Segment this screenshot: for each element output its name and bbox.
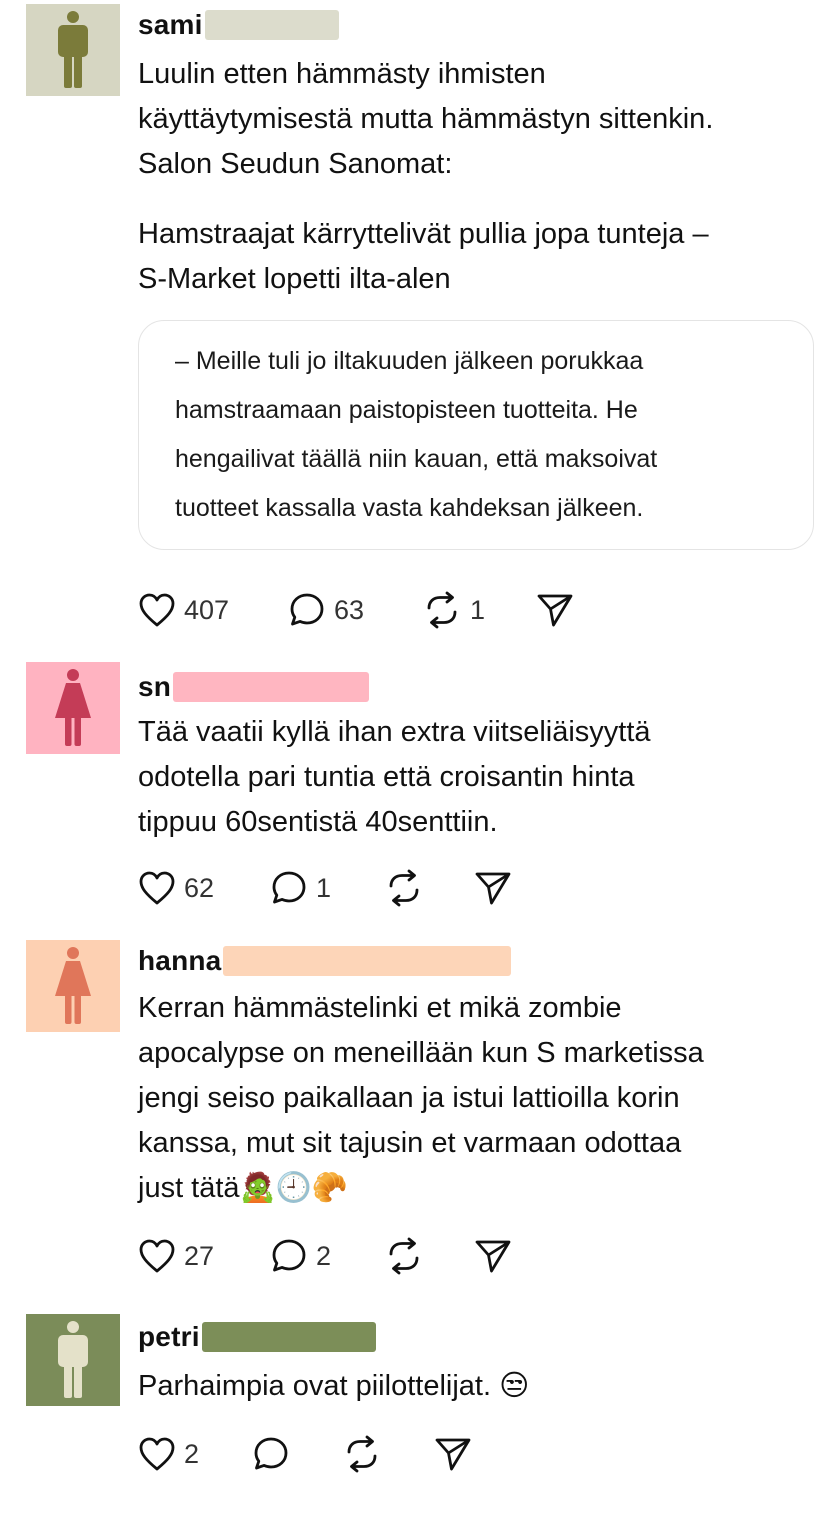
like-count: 2 [184, 1438, 200, 1469]
avatar[interactable] [26, 940, 120, 1032]
action-bar: 27 2 [138, 1236, 518, 1276]
post: sami Luulin etten hämmästy ihmisten käyt… [0, 4, 840, 644]
person-icon [58, 1321, 88, 1398]
post-text: Parhaimpia ovat piilottelijat. 😒 [138, 1364, 529, 1409]
username-row: petri [138, 1320, 376, 1354]
reply-button[interactable]: 1 [270, 868, 331, 908]
croissant-emoji: 🥐 [311, 1172, 348, 1204]
action-bar: 407 63 1 [138, 590, 598, 630]
redaction-bar [204, 10, 339, 40]
reply-count: 1 [316, 872, 332, 903]
redaction-bar [223, 946, 512, 976]
like-count: 27 [184, 1240, 215, 1271]
post-text: Kerran hämmästelinki et mikä zombie apoc… [138, 986, 704, 1211]
share-button[interactable] [474, 1236, 512, 1276]
reply-button[interactable]: 63 [288, 590, 364, 630]
send-icon [435, 1438, 471, 1471]
quote-block: – Meille tuli jo iltakuuden jälkeen poru… [138, 320, 814, 550]
clock-emoji: 🕘 [275, 1172, 312, 1204]
heart-icon [139, 1239, 175, 1273]
repost-count: 1 [470, 594, 486, 625]
post: sn Tää vaatii kyllä ihan extra viitseliä… [0, 662, 840, 922]
share-button[interactable] [434, 1434, 472, 1474]
repost-icon [389, 869, 419, 907]
username-row: sami [138, 8, 339, 42]
action-bar: 2 [138, 1434, 478, 1474]
repost-button[interactable]: 1 [422, 590, 485, 630]
like-button[interactable]: 27 [138, 1236, 214, 1276]
repost-button[interactable] [342, 1434, 382, 1474]
redaction-bar [201, 1322, 376, 1352]
post-headline: Hamstraajat kärryttelivät pullia jopa tu… [138, 218, 709, 295]
person-icon [55, 947, 91, 1024]
like-count: 407 [184, 594, 230, 625]
username[interactable]: sn [138, 671, 171, 703]
like-count: 62 [184, 872, 215, 903]
heart-icon [139, 1437, 175, 1471]
username-row: hanna [138, 944, 512, 978]
username[interactable]: sami [138, 9, 203, 41]
speech-bubble-icon [272, 871, 306, 904]
redaction-bar [173, 672, 370, 702]
unamused-emoji: 😒 [499, 1370, 530, 1402]
heart-icon [139, 593, 175, 627]
send-icon [537, 594, 573, 627]
person-icon [55, 669, 91, 746]
post: petri Parhaimpia ovat piilottelijat. 😒 2 [0, 1314, 840, 1494]
speech-bubble-icon [290, 593, 324, 626]
post-text-content: Parhaimpia ovat piilottelijat. [138, 1370, 492, 1402]
post: hanna Kerran hämmästelinki et mikä zombi… [0, 940, 840, 1280]
username-row: sn [138, 670, 370, 704]
post-text: Luulin etten hämmästy ihmisten käyttäyty… [138, 58, 714, 180]
reply-button[interactable]: 2 [270, 1236, 331, 1276]
repost-button[interactable] [384, 868, 424, 908]
avatar[interactable] [26, 1314, 120, 1406]
share-button[interactable] [474, 868, 512, 908]
person-icon [58, 11, 88, 88]
repost-icon [389, 1237, 419, 1275]
send-icon [475, 1240, 511, 1273]
avatar[interactable] [26, 4, 120, 96]
send-icon [475, 872, 511, 905]
action-bar: 62 1 [138, 868, 518, 908]
speech-bubble-icon [254, 1437, 288, 1470]
zombie-emoji: 🧟 [239, 1172, 276, 1204]
share-button[interactable] [536, 590, 574, 630]
repost-icon [347, 1435, 377, 1473]
avatar[interactable] [26, 662, 120, 754]
heart-icon [139, 871, 175, 905]
reply-count: 63 [334, 594, 365, 625]
post-text: Tää vaatii kyllä ihan extra viitseliäisy… [138, 716, 651, 838]
username[interactable]: petri [138, 1321, 200, 1353]
like-button[interactable]: 2 [138, 1434, 199, 1474]
post-text-content: Kerran hämmästelinki et mikä zombie apoc… [138, 992, 704, 1204]
username[interactable]: hanna [138, 945, 221, 977]
reply-count: 2 [316, 1240, 332, 1271]
reply-button[interactable] [252, 1434, 290, 1474]
repost-icon [427, 591, 457, 629]
repost-button[interactable] [384, 1236, 424, 1276]
like-button[interactable]: 407 [138, 590, 229, 630]
speech-bubble-icon [272, 1239, 306, 1272]
like-button[interactable]: 62 [138, 868, 214, 908]
